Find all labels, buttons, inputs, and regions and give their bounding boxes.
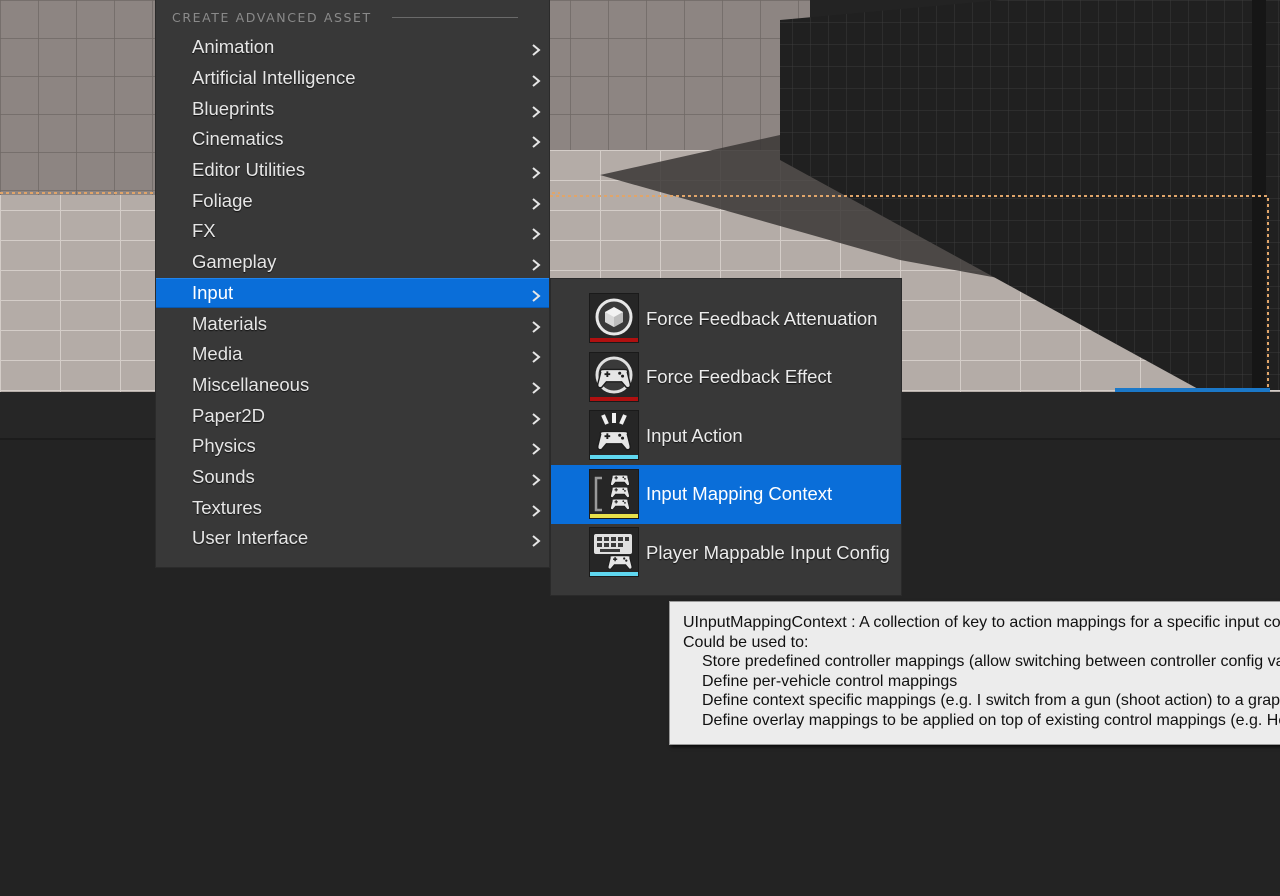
menu-item-miscellaneous[interactable]: Miscellaneous <box>156 370 549 401</box>
submenu-item-label: Player Mappable Input Config <box>646 541 890 563</box>
submenu-item-player-mappable-input-config[interactable]: Player Mappable Input Config <box>551 523 901 582</box>
asset-type-color-bar <box>590 513 638 518</box>
asset-type-color-bar <box>590 455 638 460</box>
menu-item-animation[interactable]: Animation <box>156 32 549 63</box>
tooltip-use-case: Define context specific mappings (e.g. I… <box>702 692 1280 710</box>
menu-item-paper2d[interactable]: Paper2D <box>156 400 549 431</box>
menu-item-input[interactable]: Input <box>156 277 549 309</box>
submenu-item-input-action[interactable]: Input Action <box>551 406 901 465</box>
menu-item-artificial-intelligence[interactable]: Artificial Intelligence <box>156 63 549 94</box>
tooltip-subheading: Could be used to: <box>683 633 809 651</box>
menu-item-label: Artificial Intelligence <box>192 67 356 89</box>
menu-item-materials[interactable]: Materials <box>156 308 549 339</box>
menu-item-label: Foliage <box>192 189 253 211</box>
menu-item-label: Sounds <box>192 465 255 487</box>
section-divider <box>391 16 518 18</box>
gamepad-wheel-icon <box>589 351 639 402</box>
menu-item-label: Materials <box>192 312 268 334</box>
submenu-item-label: Force Feedback Effect <box>646 366 832 388</box>
chevron-right-icon <box>529 317 543 333</box>
chevron-right-icon <box>529 102 543 118</box>
menu-item-label: Miscellaneous <box>192 373 310 395</box>
input-submenu: Force Feedback Attenuation Force Feedback… <box>550 278 902 596</box>
menu-item-label: Blueprints <box>192 97 275 119</box>
asset-tooltip: UInputMappingContext : A collection of k… <box>669 601 1280 745</box>
input-action-icon <box>589 410 639 461</box>
menu-item-sounds[interactable]: Sounds <box>156 462 549 493</box>
chevron-right-icon <box>529 470 543 486</box>
input-mapping-context-icon <box>589 468 639 519</box>
menu-item-fx[interactable]: FX <box>156 216 549 247</box>
menu-item-label: Editor Utilities <box>192 159 306 181</box>
submenu-item-force-feedback-effect[interactable]: Force Feedback Effect <box>551 348 901 407</box>
chevron-right-icon <box>529 378 543 394</box>
menu-list: Animation Artificial Intelligence Blueprin… <box>156 32 549 554</box>
menu-item-textures[interactable]: Textures <box>156 492 549 523</box>
chevron-right-icon <box>529 255 543 271</box>
menu-item-gameplay[interactable]: Gameplay <box>156 247 549 278</box>
menu-item-label: Gameplay <box>192 251 277 273</box>
asset-type-color-bar <box>590 572 638 577</box>
menu-item-blueprints[interactable]: Blueprints <box>156 93 549 124</box>
chevron-right-icon <box>529 531 543 548</box>
chevron-right-icon <box>529 40 543 57</box>
tooltip-use-case: Define per-vehicle control mappings <box>702 672 958 690</box>
menu-item-label: Media <box>192 343 243 365</box>
asset-type-color-bar <box>590 338 638 342</box>
submenu-item-input-mapping-context[interactable]: Input Mapping Context <box>551 464 901 524</box>
chevron-right-icon <box>529 194 543 210</box>
chevron-right-icon <box>529 286 543 302</box>
tooltip-use-case: Define overlay mappings to be applied on… <box>702 712 1280 729</box>
menu-item-physics[interactable]: Physics <box>156 431 549 462</box>
menu-item-label: Cinematics <box>192 128 284 150</box>
chevron-right-icon <box>529 71 543 87</box>
menu-item-label: Paper2D <box>192 404 266 426</box>
menu-item-label: User Interface <box>192 527 309 549</box>
menu-item-label: Physics <box>192 435 256 457</box>
chevron-right-icon <box>529 132 543 149</box>
section-header: CREATE ADVANCED ASSET <box>172 9 534 25</box>
force-feedback-attenuation-icon <box>589 293 639 343</box>
chevron-right-icon <box>529 347 543 363</box>
create-advanced-asset-menu: CREATE ADVANCED ASSET Animation Artificia… <box>155 0 550 568</box>
menu-item-label: FX <box>192 220 216 242</box>
submenu-item-label: Force Feedback Attenuation <box>646 307 878 329</box>
tooltip-summary: UInputMappingContext : A collection of k… <box>683 614 1280 631</box>
submenu-item-force-feedback-attenuation[interactable]: Force Feedback Attenuation <box>551 289 901 348</box>
menu-item-user-interface[interactable]: User Interface <box>156 523 549 554</box>
chevron-right-icon <box>529 163 543 179</box>
menu-item-cinematics[interactable]: Cinematics <box>156 124 549 155</box>
tooltip-use-case: Store predefined controller mappings (al… <box>702 653 1280 671</box>
asset-type-color-bar <box>590 396 638 401</box>
submenu-item-label: Input Mapping Context <box>646 483 833 505</box>
menu-item-editor-utilities[interactable]: Editor Utilities <box>156 155 549 186</box>
chevron-right-icon <box>529 501 543 517</box>
menu-item-foliage[interactable]: Foliage <box>156 185 549 216</box>
menu-item-media[interactable]: Media <box>156 339 549 370</box>
menu-item-label: Animation <box>192 36 275 58</box>
keyboard-gamepad-icon <box>589 527 639 578</box>
section-title: CREATE ADVANCED ASSET <box>172 9 372 25</box>
chevron-right-icon <box>529 224 543 241</box>
menu-item-label: Textures <box>192 496 262 518</box>
chevron-right-icon <box>529 439 543 456</box>
submenu-item-label: Input Action <box>646 424 743 446</box>
menu-item-label: Input <box>192 281 234 303</box>
chevron-right-icon <box>529 409 543 425</box>
